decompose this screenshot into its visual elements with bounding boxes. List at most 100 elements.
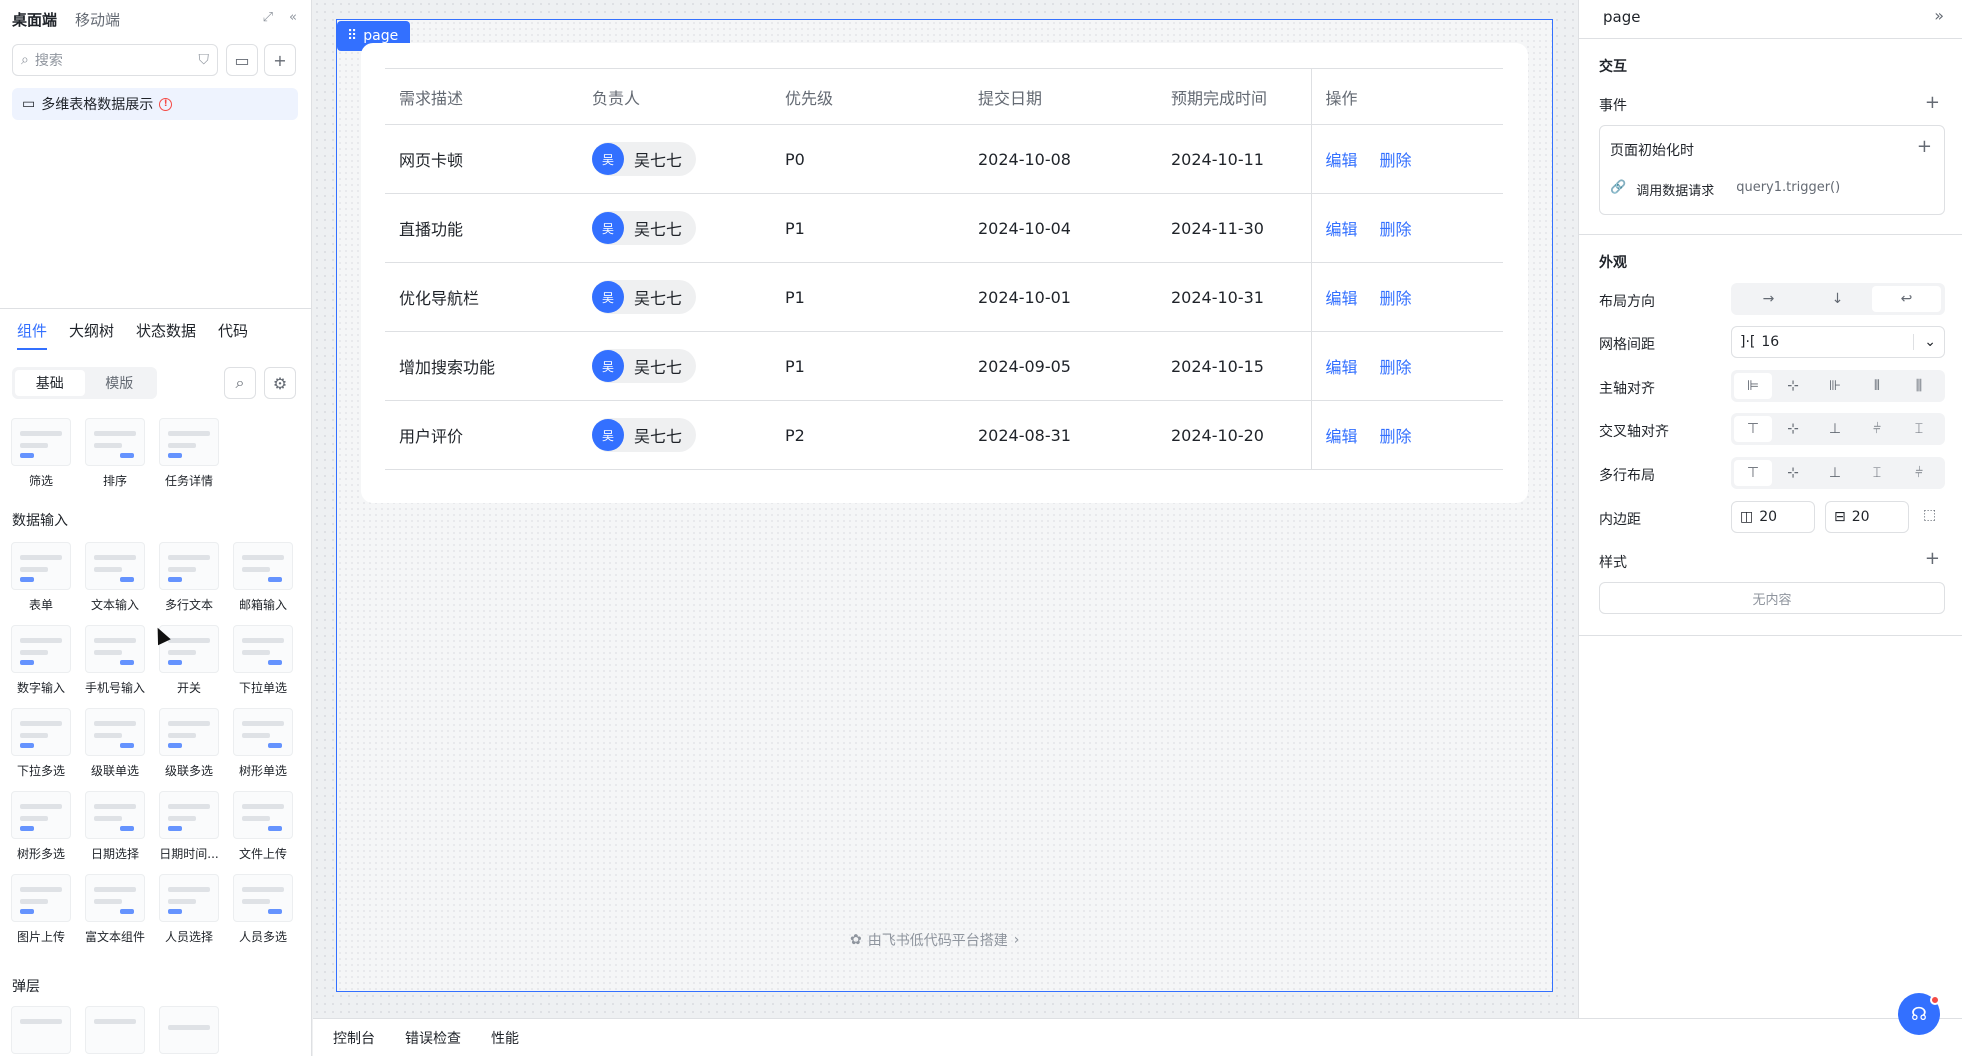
component-item[interactable]: 日期选择 [84, 791, 146, 862]
event-card[interactable]: 页面初始化时 + 🔗 调用数据请求 query1.trigger() [1599, 125, 1945, 215]
table-row[interactable]: 网页卡顿吴吴七七 P0 2024-10-08 2024-10-11 编辑 删除 [385, 124, 1503, 194]
add-action-button[interactable]: + [1917, 136, 1932, 157]
padding-horizontal-input[interactable]: ◫ 20 [1731, 501, 1815, 533]
lines-center-icon[interactable]: ⊹ [1772, 460, 1814, 486]
space-between-icon[interactable]: ⫴ [1856, 373, 1898, 399]
cross-start-icon[interactable]: ⊤ [1734, 416, 1772, 442]
table-row[interactable]: 直播功能吴吴七七 P1 2024-10-04 2024-11-30 编辑 删除 [385, 193, 1503, 263]
component-item[interactable]: 富文本组件 [84, 874, 146, 945]
component-thumb-icon [11, 418, 71, 466]
component-item[interactable]: 人员多选 [232, 874, 294, 945]
component-popup-2[interactable] [84, 1006, 146, 1054]
edit-link[interactable]: 编辑 [1326, 427, 1358, 446]
collapse-left-icon[interactable]: « [289, 10, 297, 25]
cross-baseline-icon[interactable]: ⫩ [1856, 416, 1898, 442]
space-around-icon[interactable]: ⫼ [1898, 373, 1940, 399]
table-row[interactable]: 优化导航栏吴吴七七 P1 2024-10-01 2024-10-31 编辑 删除 [385, 262, 1503, 332]
component-item[interactable]: 图片上传 [10, 874, 72, 945]
component-search-button[interactable]: ⌕ [224, 367, 256, 399]
table-row[interactable]: 增加搜索功能吴吴七七 P1 2024-09-05 2024-10-15 编辑 删除 [385, 331, 1503, 401]
component-item[interactable]: 筛选 [10, 418, 72, 489]
component-item[interactable]: 树形单选 [232, 708, 294, 779]
lines-between-icon[interactable]: ⌶ [1856, 460, 1898, 486]
cross-stretch-icon[interactable]: ⌶ [1898, 416, 1940, 442]
powered-by[interactable]: ✿ 由飞书低代码平台搭建 › [850, 930, 1019, 950]
cell-owner: 吴吴七七 [578, 400, 771, 470]
expand-icon[interactable]: ⤢ [263, 10, 273, 25]
cell-priority: P2 [771, 400, 964, 470]
component-item[interactable]: 下拉多选 [10, 708, 72, 779]
component-item[interactable]: 文件上传 [232, 791, 294, 862]
add-style-button[interactable]: + [1925, 548, 1940, 569]
drag-handle-icon[interactable]: ⠿ [347, 28, 357, 44]
component-settings-button[interactable]: ⚙ [264, 367, 296, 399]
component-item[interactable]: 邮箱输入 [232, 542, 294, 613]
cell-actions: 编辑 删除 [1310, 262, 1503, 332]
tab-console[interactable]: 控制台 [333, 1028, 375, 1048]
tab-mobile[interactable]: 移动端 [75, 9, 120, 30]
lines-end-icon[interactable]: ⊥ [1814, 460, 1856, 486]
component-item[interactable]: 树形多选 [10, 791, 72, 862]
component-item[interactable]: 手机号输入 [84, 625, 146, 696]
edit-link[interactable]: 编辑 [1326, 151, 1358, 170]
delete-link[interactable]: 删除 [1380, 289, 1412, 308]
lines-around-icon[interactable]: ⫩ [1898, 460, 1940, 486]
grid-gap-select[interactable]: ]·[ 16 ⌄ [1731, 326, 1945, 358]
edit-link[interactable]: 编辑 [1326, 358, 1358, 377]
table-row[interactable]: 用户评价吴吴七七 P2 2024-08-31 2024-10-20 编辑 删除 [385, 400, 1503, 470]
component-label: 树形多选 [16, 847, 65, 861]
component-item[interactable]: 下拉单选 [232, 625, 294, 696]
cross-center-icon[interactable]: ⊹ [1772, 416, 1814, 442]
edit-link[interactable]: 编辑 [1326, 289, 1358, 308]
tab-performance[interactable]: 性能 [491, 1028, 519, 1048]
component-item[interactable]: 表单 [10, 542, 72, 613]
collapse-right-icon[interactable]: » [1934, 6, 1944, 25]
direction-column-icon[interactable]: ↓ [1803, 286, 1872, 312]
cross-end-icon[interactable]: ⊥ [1814, 416, 1856, 442]
direction-wrap-icon[interactable]: ↩ [1872, 286, 1941, 312]
tab-desktop[interactable]: 桌面端 [12, 9, 57, 30]
component-item[interactable]: 日期时间... [158, 791, 220, 862]
tab-components[interactable]: 组件 [17, 320, 48, 350]
add-event-button[interactable]: + [1925, 92, 1940, 113]
page-list-item[interactable]: ▭ 多维表格数据展示 ! [12, 88, 298, 120]
component-item[interactable]: 任务详情 [158, 418, 220, 489]
padding-vertical-input[interactable]: ⊟ 20 [1825, 501, 1909, 533]
component-popup-1[interactable] [10, 1006, 72, 1054]
component-popup-3[interactable] [158, 1006, 220, 1054]
padding-expand-icon[interactable]: ⬚ [1923, 507, 1936, 523]
component-item[interactable]: 级联多选 [158, 708, 220, 779]
cell-priority: P0 [771, 124, 964, 194]
align-center-icon[interactable]: ⊹ [1772, 373, 1814, 399]
segment-basic[interactable]: 基础 [15, 370, 85, 396]
component-item[interactable]: 数字输入 [10, 625, 72, 696]
help-button[interactable]: ☊ [1898, 993, 1940, 1035]
col-desc: 需求描述 [385, 68, 578, 125]
filter-icon[interactable]: ⛉ [199, 52, 210, 68]
search-icon: ⌕ [235, 373, 245, 392]
delete-link[interactable]: 删除 [1380, 358, 1412, 377]
component-item[interactable]: 级联单选 [84, 708, 146, 779]
delete-link[interactable]: 删除 [1380, 427, 1412, 446]
align-end-icon[interactable]: ⊪ [1814, 373, 1856, 399]
tab-state[interactable]: 状态数据 [136, 320, 196, 341]
component-item[interactable]: 排序 [84, 418, 146, 489]
direction-row-icon[interactable]: → [1734, 286, 1803, 312]
tab-error-check[interactable]: 错误检查 [405, 1028, 461, 1048]
page-tag-label: page [363, 28, 399, 44]
align-start-icon[interactable]: ⊫ [1734, 373, 1772, 399]
component-item[interactable]: 文本输入 [84, 542, 146, 613]
tab-outline[interactable]: 大纲树 [69, 320, 114, 341]
edit-link[interactable]: 编辑 [1326, 220, 1358, 239]
component-item[interactable]: 人员选择 [158, 874, 220, 945]
delete-link[interactable]: 删除 [1380, 220, 1412, 239]
component-item[interactable]: 多行文本 [158, 542, 220, 613]
delete-link[interactable]: 删除 [1380, 151, 1412, 170]
page-layout-button[interactable]: ▭ [226, 44, 258, 76]
lines-start-icon[interactable]: ⊤ [1734, 460, 1772, 486]
add-page-button[interactable]: + [264, 44, 296, 76]
segment-template[interactable]: 模版 [85, 370, 155, 396]
search-input[interactable]: ⌕ 搜索 ⛉ [12, 44, 218, 76]
cell-desc: 网页卡顿 [385, 124, 578, 194]
tab-code[interactable]: 代码 [218, 320, 248, 341]
